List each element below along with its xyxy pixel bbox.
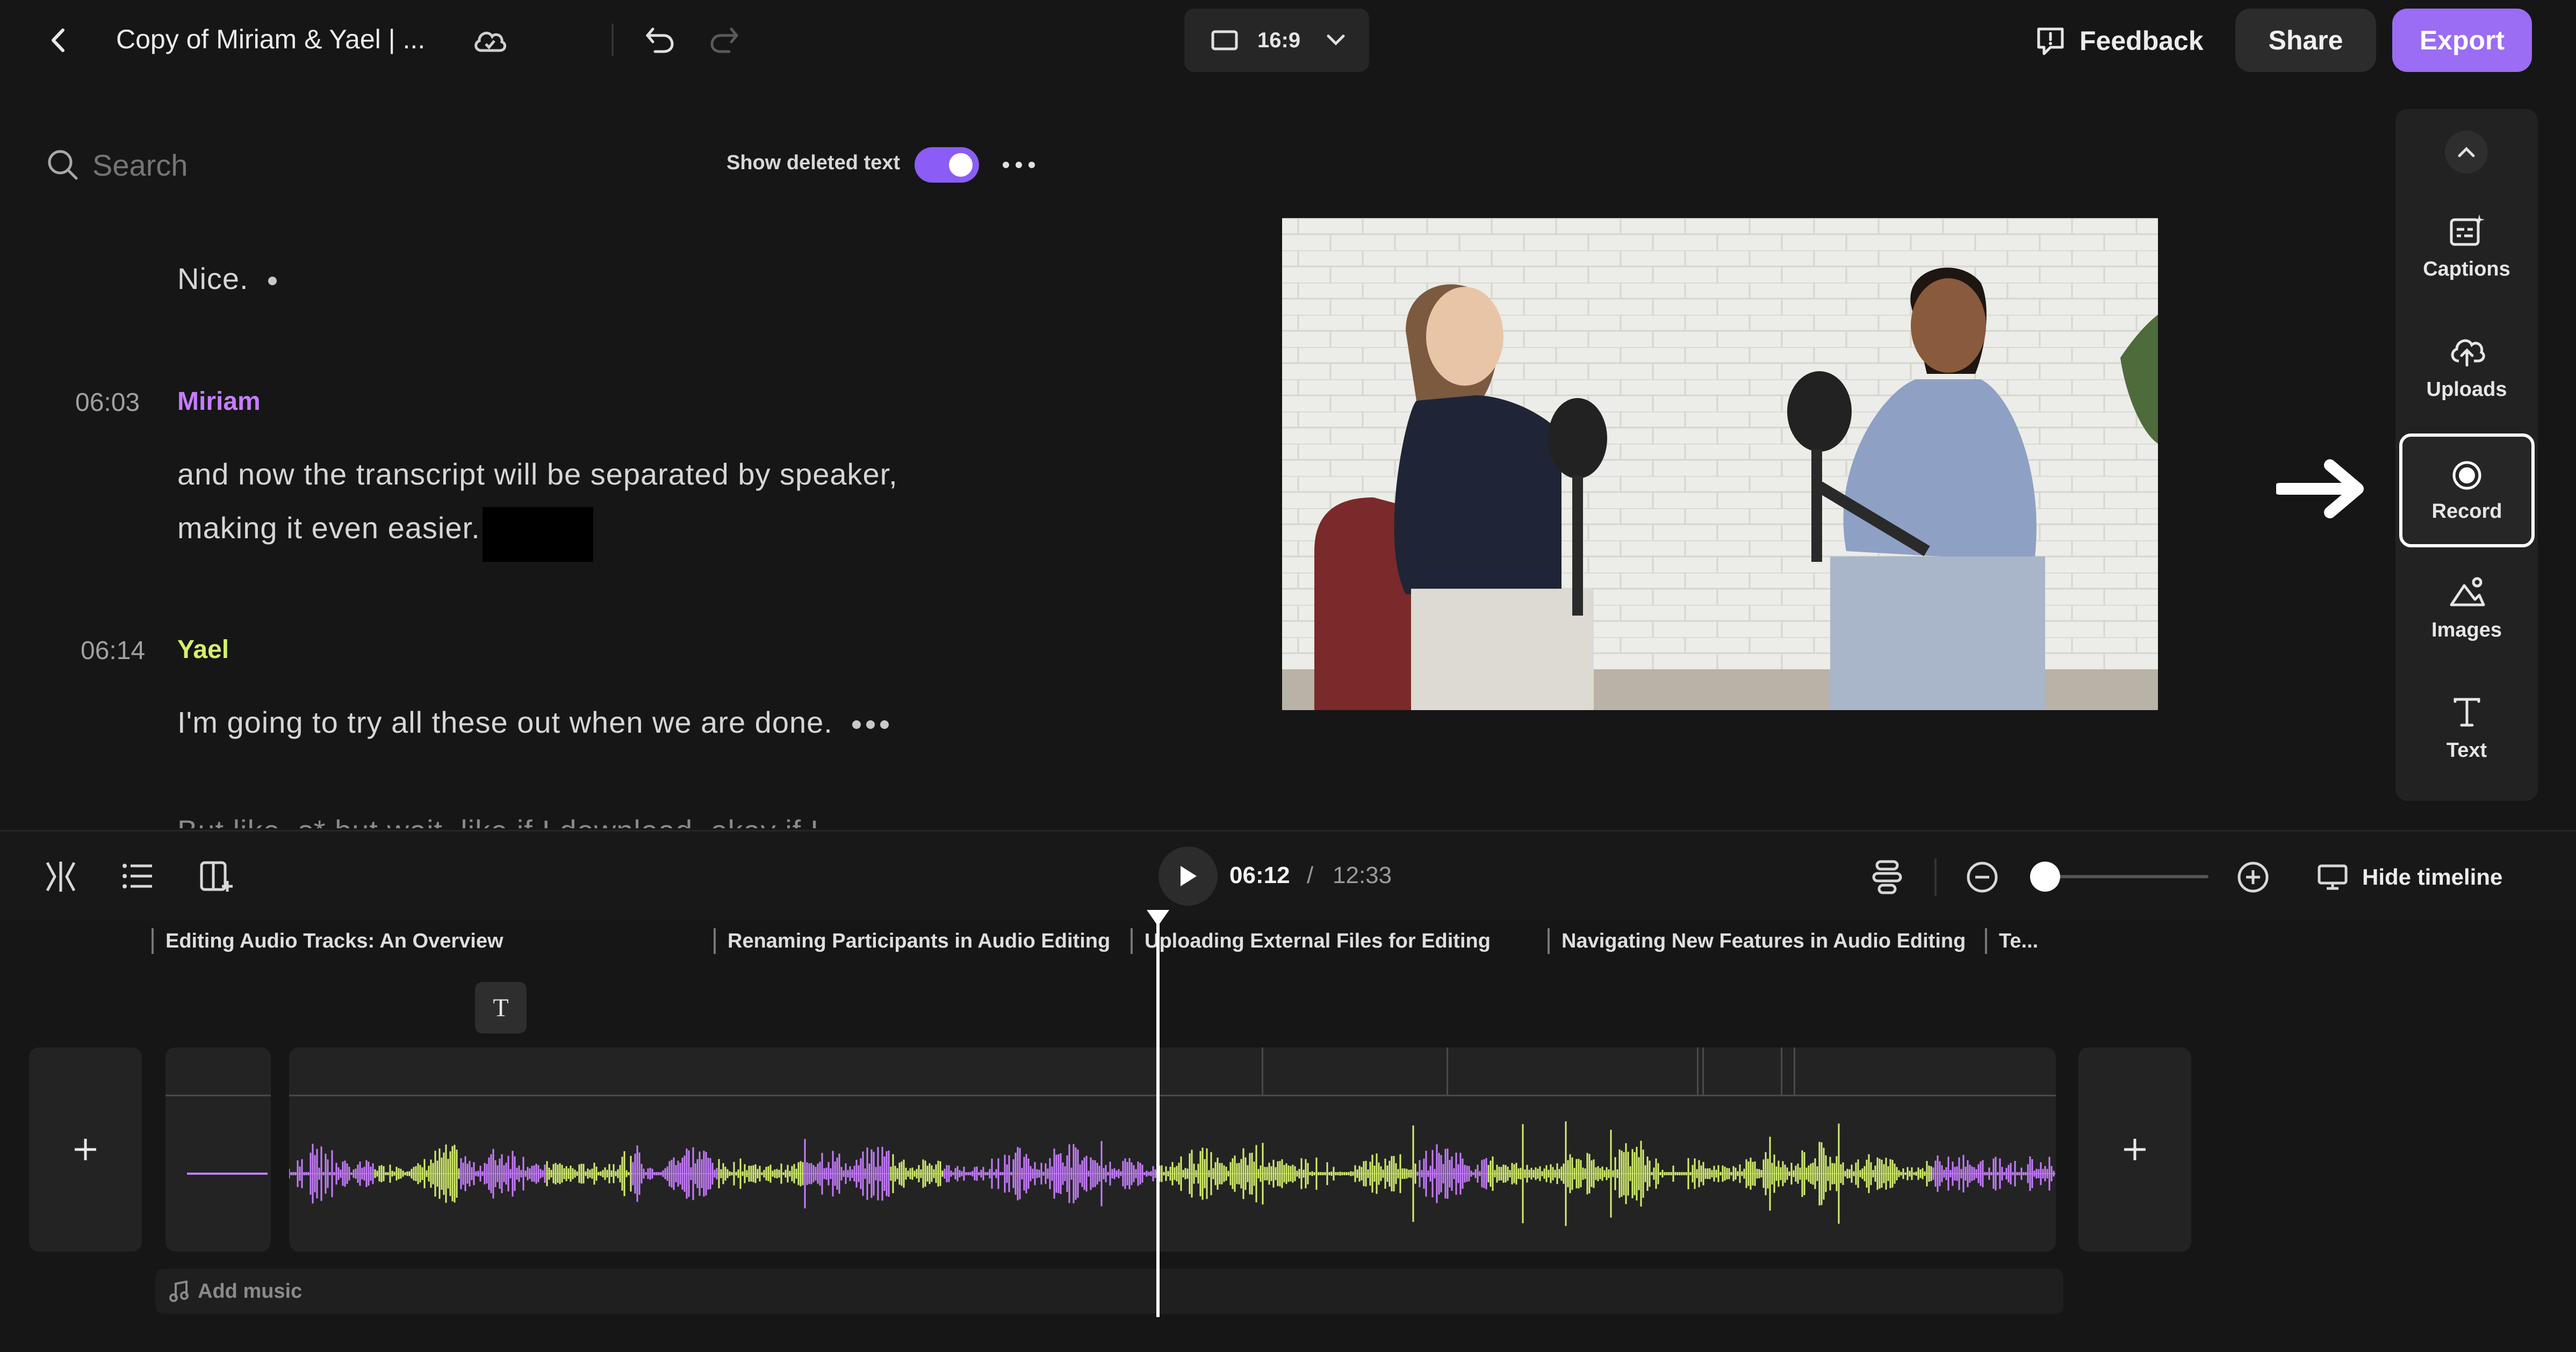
add-clip-after-button[interactable] [2078,1047,2191,1252]
zoom-slider[interactable] [2030,862,2208,892]
add-music-label: Add music [198,1279,303,1303]
transcript-line[interactable]: I'm going to try all these out when we a… [177,705,889,740]
show-deleted-toggle[interactable] [915,147,979,183]
audio-waveform [289,1121,2056,1226]
captions-icon [2448,212,2486,250]
timestamp[interactable]: 06:03 [75,388,140,417]
transcript-line[interactable]: making it even easier. [177,510,480,545]
plus-icon [2124,1139,2146,1160]
chapter-marker[interactable]: Te... [1985,928,2038,954]
feedback-label: Feedback [2079,26,2204,56]
feedback-button[interactable]: Feedback [2033,20,2204,61]
screen-icon [1210,28,1239,52]
cloud-sync-icon [471,23,508,58]
sidebar-item-label: Record [2431,500,2502,523]
total-time: 12:33 [1333,862,1392,888]
zoom-in-icon[interactable] [2235,859,2271,895]
record-icon [2450,458,2484,493]
transcript-line[interactable]: But like, s* but wait, like if I downloa… [177,813,819,828]
speaker-name-yael[interactable]: Yael [177,635,229,664]
share-button[interactable]: Share [2235,9,2376,72]
chapter-marker[interactable]: Uploading External Files for Editing [1131,928,1491,954]
add-music-track[interactable]: Add music [156,1269,2063,1314]
top-bar: Copy of Miriam & Yael | ... 16:9 Feedbac… [0,0,2576,81]
chevron-down-icon [1324,28,1348,52]
monitor-icon [2316,861,2349,894]
list-icon[interactable] [120,858,156,894]
transcript-text: Nice. [177,262,249,295]
transcript-text: I'm going to try all these out when we a… [177,705,833,739]
collapse-up-icon[interactable] [2445,131,2488,173]
sidebar-item-images[interactable]: Images [2395,551,2538,663]
export-button[interactable]: Export [2392,9,2532,72]
sidebar-item-label: Captions [2423,257,2510,280]
sidebar-item-uploads[interactable]: Uploads [2395,310,2538,423]
sidebar-item-captions[interactable]: Captions [2395,190,2538,302]
current-time: 06:12 [1229,862,1290,888]
sidebar-item-label: Uploads [2426,378,2507,401]
play-button[interactable] [1159,847,1218,906]
toggle-knob [949,153,973,177]
chapter-marker[interactable]: Editing Audio Tracks: An Overview [152,928,503,954]
transcript-overflow: But like, s* but wait, like if I downloa… [0,795,1236,828]
clip-segment-line [1794,1047,1795,1095]
text-track-button[interactable]: T [475,982,527,1033]
clip-divider-line [289,1095,2056,1096]
search-icon [45,147,81,183]
transcript-line[interactable]: and now the transcript will be separated… [177,457,898,491]
captions-style-icon[interactable] [1870,858,1904,896]
search-input[interactable] [91,144,577,186]
plus-icon [75,1139,96,1160]
pause-dot [268,277,277,286]
add-clip-before-button[interactable] [29,1047,142,1252]
right-tool-sidebar: Captions Uploads Record Images Text [2395,109,2538,801]
speaker-name-miriam[interactable]: Miriam [177,387,261,416]
split-icon[interactable] [43,857,78,896]
time-separator: / [1307,862,1314,888]
timestamp[interactable]: 06:14 [81,636,145,666]
feedback-icon [2033,24,2068,58]
transcript-line[interactable]: Nice. [177,261,277,296]
video-preview[interactable] [1282,218,2158,710]
clip-segment-line [1781,1047,1782,1095]
playhead-handle[interactable] [1147,910,1169,926]
aspect-ratio-select[interactable]: 16:9 [1184,9,1369,72]
music-note-icon [168,1280,190,1303]
pause-dots [852,720,889,729]
audio-clip[interactable] [166,1047,271,1252]
sidebar-item-label: Images [2431,618,2502,641]
project-title[interactable]: Copy of Miriam & Yael | ... [116,24,425,55]
timeline-toolbar: 06:12 / 12:33 Hide timeline [0,830,2576,924]
redo-icon[interactable] [707,23,742,57]
more-options-icon[interactable] [1003,159,1035,171]
aspect-ratio-value: 16:9 [1257,28,1301,52]
sidebar-item-label: Text [2446,739,2487,762]
clip-segment-line [1447,1047,1448,1095]
toolbar-divider [611,24,614,56]
hide-timeline-button[interactable]: Hide timeline [2316,858,2502,896]
images-icon [2448,573,2486,611]
clip-segment-line [1697,1047,1699,1095]
toolbar-divider [1934,858,1937,896]
upload-cloud-icon [2448,332,2486,371]
hide-timeline-label: Hide timeline [2362,864,2503,890]
arrow-right-icon [2276,459,2366,519]
sidebar-item-text[interactable]: Text [2395,671,2538,784]
clip-segment-line [1702,1047,1704,1095]
text-icon [2448,693,2486,732]
deleted-gap-marker[interactable] [483,507,593,562]
zoom-out-icon[interactable] [1965,859,2000,895]
playhead[interactable] [1156,913,1160,1317]
clip-segment-line [1262,1047,1263,1095]
audio-clip-main[interactable] [289,1047,2056,1252]
layout-add-icon[interactable] [199,857,234,895]
sidebar-item-record[interactable]: Record [2399,433,2535,547]
back-chevron-icon[interactable] [43,24,73,56]
undo-icon[interactable] [643,23,677,57]
show-deleted-label: Show deleted text [726,151,901,174]
zoom-slider-handle[interactable] [2030,862,2060,892]
chapter-marker[interactable]: Navigating New Features in Audio Editing [1548,928,1966,954]
chapter-marker[interactable]: Renaming Participants in Audio Editing [714,928,1110,954]
